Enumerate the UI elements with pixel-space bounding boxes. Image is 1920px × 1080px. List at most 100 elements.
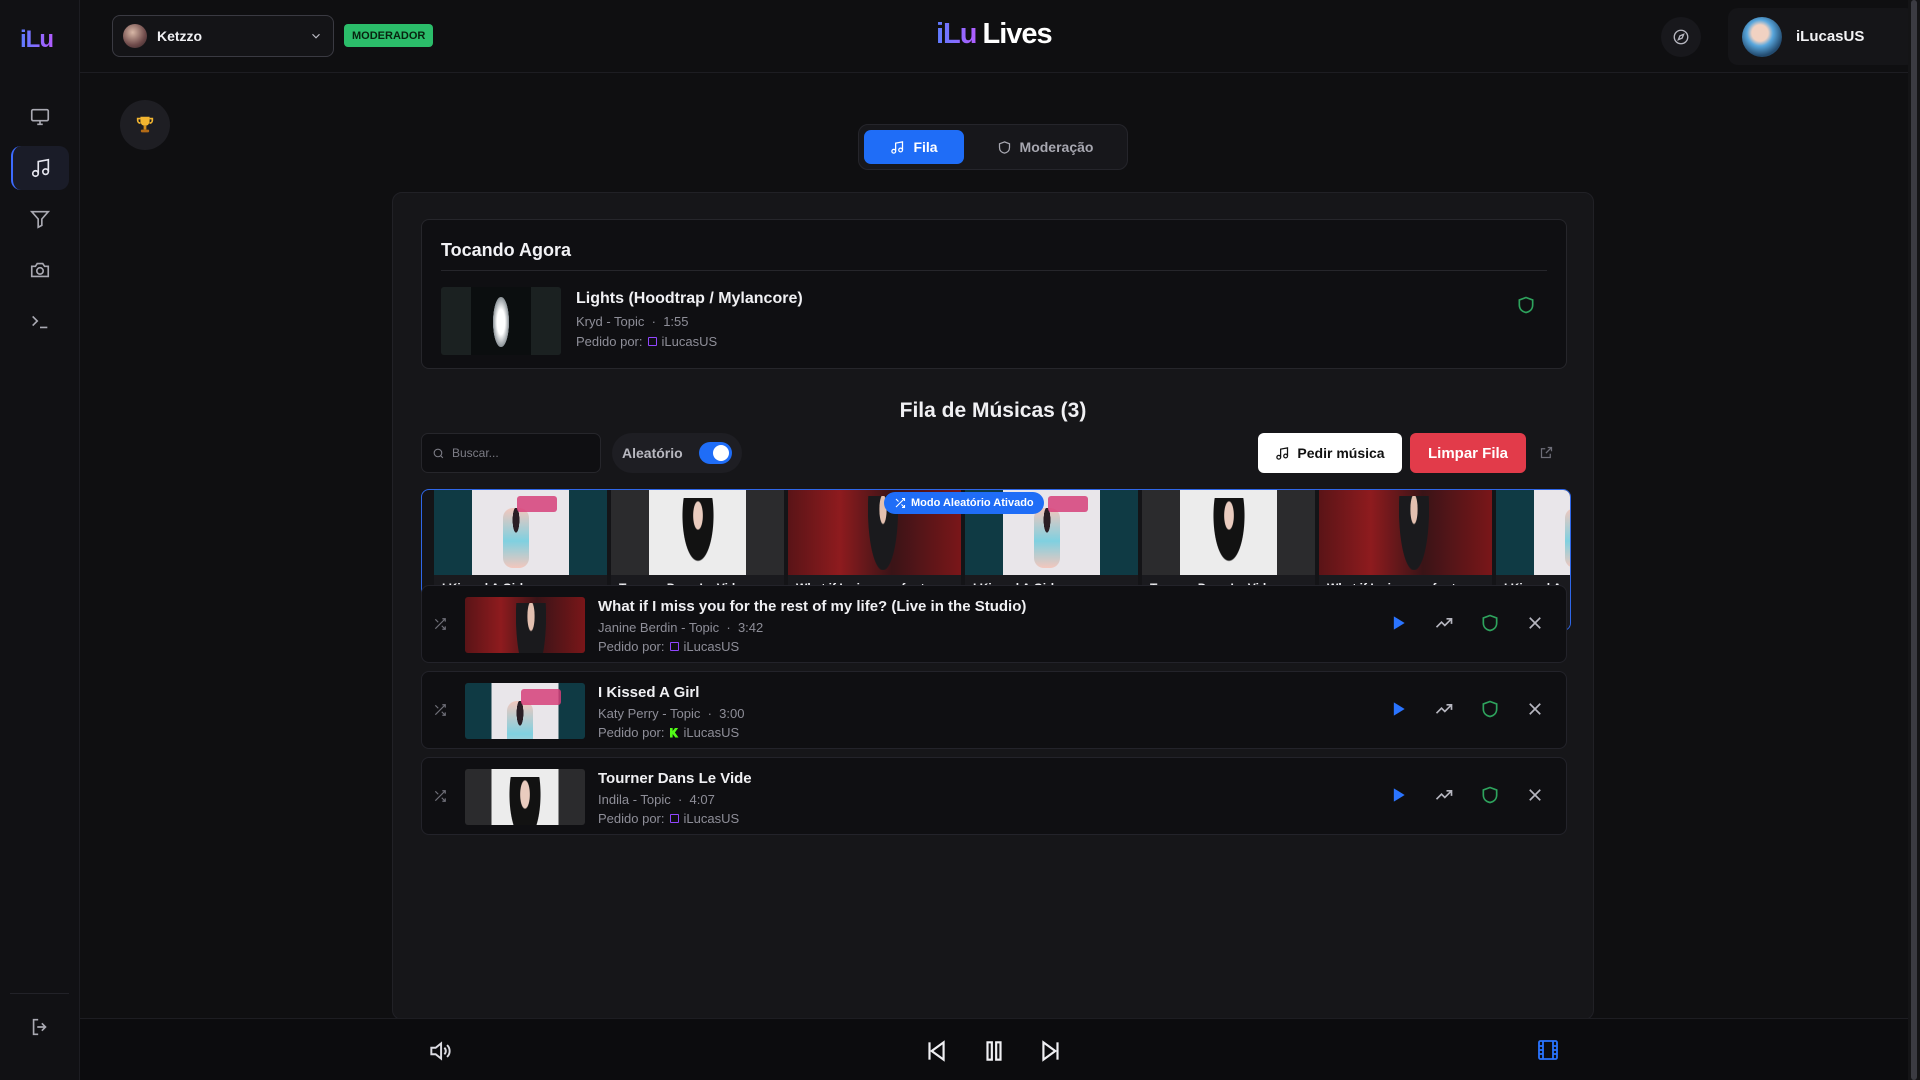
- search-input[interactable]: Buscar...: [421, 433, 601, 473]
- shuffle-icon: [434, 704, 446, 716]
- trending-up-icon[interactable]: [1434, 699, 1454, 719]
- sidebar-item-monitor[interactable]: [11, 95, 69, 139]
- trending-up-icon[interactable]: [1434, 785, 1454, 805]
- explore-button[interactable]: [1661, 17, 1701, 57]
- channel-avatar: [123, 24, 147, 48]
- queue-panel: Tocando Agora Lights (Hoodtrap / Mylanco…: [392, 192, 1594, 1020]
- requested-label: Pedido por:: [576, 334, 643, 349]
- queue-item-meta: Janine Berdin - Topic · 3:42: [598, 620, 764, 635]
- search-icon: [433, 448, 444, 458]
- queue-item-title: What if I miss you for the rest of my li…: [598, 598, 1027, 615]
- close-icon[interactable]: [1526, 614, 1544, 632]
- random-mode-badge: Modo Aleatório Ativado: [884, 492, 1044, 514]
- trophy-icon: [136, 116, 154, 133]
- compass-icon: [1673, 29, 1689, 45]
- sidebar-item-filter[interactable]: [11, 197, 69, 241]
- user-avatar: [1742, 16, 1782, 57]
- topbar: Ketzzo MODERADOR iLu Lives iLucasUS: [80, 0, 1920, 73]
- carousel-thumbnail: [1319, 490, 1492, 575]
- pause-icon[interactable]: [981, 1038, 1007, 1064]
- scrollbar-thumb[interactable]: [1911, 0, 1917, 1080]
- play-icon[interactable]: [1388, 699, 1408, 719]
- role-badge: MODERADOR: [344, 24, 434, 47]
- channel-select[interactable]: Ketzzo: [112, 15, 334, 57]
- requester-name: iLucasUS: [683, 725, 740, 740]
- now-playing-thumbnail: [441, 287, 561, 355]
- divider: [441, 270, 1547, 271]
- music-icon: [31, 158, 50, 178]
- user-menu[interactable]: iLucasUS: [1728, 8, 1916, 65]
- page-scrollbar[interactable]: [1908, 0, 1920, 1080]
- previous-icon[interactable]: [923, 1038, 949, 1064]
- shield-icon[interactable]: [1480, 785, 1500, 805]
- queue-thumbnail: [465, 597, 585, 653]
- channel-name: Ketzzo: [157, 28, 203, 44]
- queue-item-requester: Pedido por: iLucasUS: [598, 725, 740, 740]
- volume-icon[interactable]: [427, 1038, 453, 1064]
- shield-icon[interactable]: [1480, 699, 1500, 719]
- queue-item: I Kissed A Girl Katy Perry - Topic · 3:0…: [421, 671, 1567, 749]
- queue-heading: Fila de Músicas (3): [899, 399, 1087, 422]
- queue-item-title: Tourner Dans Le Vide: [598, 770, 752, 787]
- kick-icon: [669, 727, 679, 738]
- now-playing-artist: Kryd - Topic: [576, 314, 645, 329]
- requester-name: iLucasUS: [683, 639, 740, 654]
- carousel-thumbnail: [1142, 490, 1315, 575]
- view-tabs: Fila Moderação: [858, 124, 1128, 170]
- shuffle-icon: [434, 618, 446, 630]
- shield-icon[interactable]: [1516, 295, 1536, 315]
- now-playing-heading: Tocando Agora: [441, 240, 571, 260]
- tab-moderacao[interactable]: Moderação: [970, 130, 1120, 164]
- queue-thumbnail: [465, 769, 585, 825]
- play-icon[interactable]: [1388, 613, 1408, 633]
- monitor-icon: [30, 108, 50, 126]
- trending-up-icon[interactable]: [1434, 613, 1454, 633]
- now-playing-requester: Pedido por: iLucasUS: [576, 334, 803, 349]
- now-playing-info: Lights (Hoodtrap / Mylancore) Kryd - Top…: [576, 290, 803, 349]
- queue-item-meta: Katy Perry - Topic · 3:00: [598, 706, 745, 721]
- queue-item-info: Tourner Dans Le Vide Indila - Topic · 4:…: [598, 770, 752, 826]
- close-icon[interactable]: [1526, 700, 1544, 718]
- twitch-icon: [647, 337, 657, 346]
- now-playing-title: Lights (Hoodtrap / Mylancore): [576, 290, 803, 307]
- carousel-thumbnail: [434, 490, 607, 575]
- request-song-button[interactable]: Pedir música: [1258, 433, 1402, 473]
- film-icon[interactable]: [1536, 1038, 1560, 1062]
- carousel-thumbnail: [611, 490, 784, 575]
- logout-button[interactable]: [11, 1005, 69, 1049]
- queue-item-requester: Pedido por: iLucasUS: [598, 639, 740, 654]
- now-playing-meta: Kryd - Topic · 1:55: [576, 314, 689, 329]
- requester-name: iLucasUS: [661, 334, 718, 349]
- carousel-thumbnail: [1496, 490, 1570, 575]
- sidebar-item-camera[interactable]: [11, 248, 69, 292]
- close-icon[interactable]: [1526, 786, 1544, 804]
- sidebar-divider: [10, 993, 69, 994]
- queue-item-requester: Pedido por: iLucasUS: [598, 811, 740, 826]
- external-link-icon[interactable]: [1539, 445, 1554, 460]
- request-song-label: Pedir música: [1297, 445, 1385, 461]
- music-icon: [891, 140, 904, 154]
- sidebar-item-music[interactable]: [11, 146, 69, 190]
- shield-icon[interactable]: [1480, 613, 1500, 633]
- sidebar-item-terminal[interactable]: [11, 299, 69, 343]
- next-icon[interactable]: [1038, 1038, 1064, 1064]
- queue-item-actions: [1388, 785, 1544, 805]
- queue-item-meta: Indila - Topic · 4:07: [598, 792, 715, 807]
- queue-item-title: I Kissed A Girl: [598, 684, 700, 701]
- trophy-button[interactable]: [120, 100, 170, 150]
- sidebar-logo: iLu: [20, 26, 54, 53]
- user-name: iLucasUS: [1796, 28, 1865, 45]
- tab-fila[interactable]: Fila: [864, 130, 964, 164]
- queue-item: What if I miss you for the rest of my li…: [421, 585, 1567, 663]
- shuffle-switch[interactable]: [698, 442, 732, 464]
- shuffle-icon: [895, 497, 906, 509]
- queue-item-info: I Kissed A Girl Katy Perry - Topic · 3:0…: [598, 684, 744, 740]
- logout-icon: [32, 1018, 47, 1036]
- clear-queue-button[interactable]: Limpar Fila: [1410, 433, 1526, 473]
- tab-label: Moderação: [1019, 139, 1094, 155]
- play-icon[interactable]: [1388, 785, 1408, 805]
- shuffle-toggle[interactable]: Aleatório: [612, 433, 742, 473]
- shield-icon: [998, 140, 1010, 154]
- music-icon: [1276, 446, 1289, 460]
- now-playing-card: Tocando Agora Lights (Hoodtrap / Mylanco…: [421, 219, 1567, 369]
